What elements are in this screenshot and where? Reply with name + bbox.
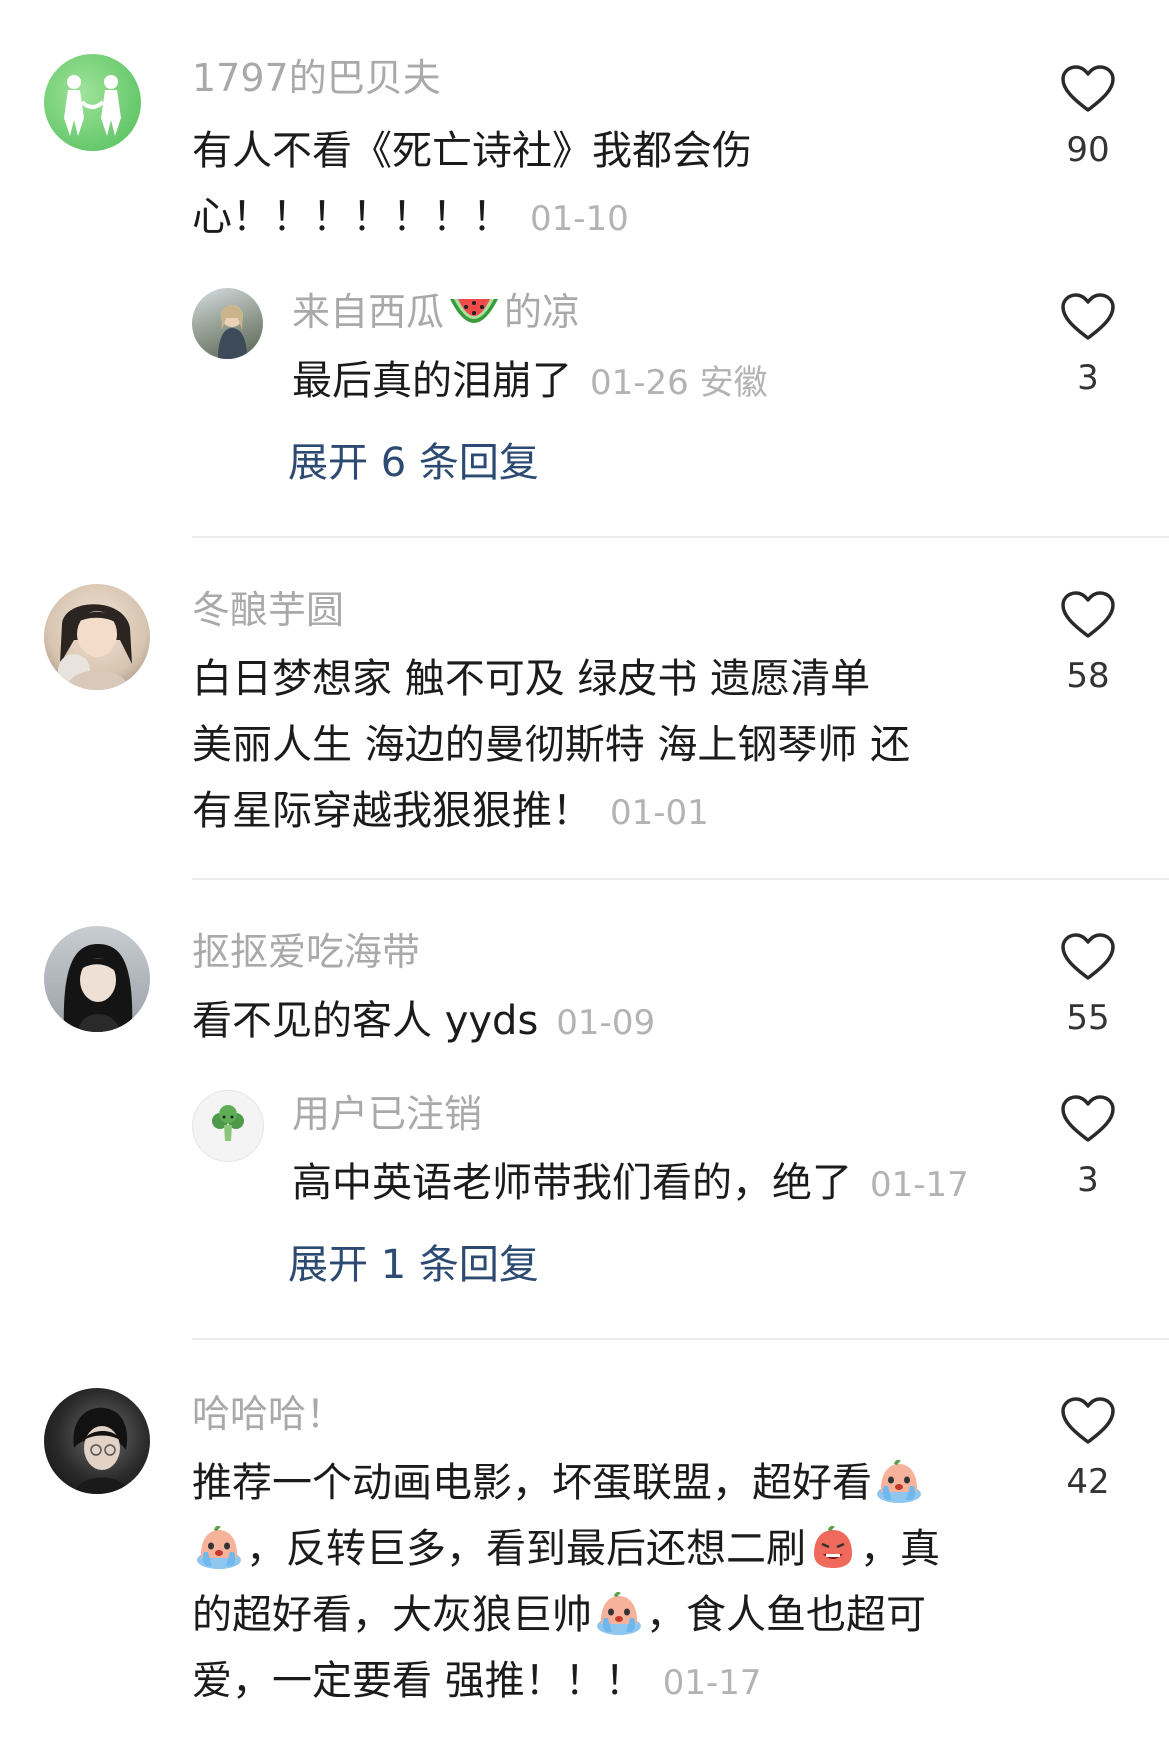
avatar-figures-icon — [64, 75, 121, 136]
watermelon-emoji — [450, 299, 499, 323]
comment-text: 看不见的客人 yyds 01-09 — [192, 988, 655, 1056]
avatar[interactable] — [44, 54, 141, 151]
comment-username[interactable]: 抠抠爱吃海带 — [192, 928, 420, 976]
comment-text: 爱，一定要看 强推！！！ 01-17 — [192, 1648, 762, 1716]
reply-username[interactable]: 来自西瓜 的凉 — [292, 288, 580, 336]
heart-icon[interactable] — [1060, 64, 1116, 114]
avatar[interactable] — [44, 1388, 150, 1494]
comment-text-line: 心！！！！！！！ — [192, 194, 512, 240]
crying-emoji — [874, 1456, 924, 1506]
avatar-photo-icon — [73, 1407, 130, 1494]
crying-emoji — [194, 1522, 244, 1572]
reply-text-line: 高中英语老师带我们看的，绝了 — [292, 1160, 852, 1206]
like-count: 55 — [1066, 998, 1110, 1038]
comment-username[interactable]: 1797的巴贝夫 — [192, 54, 441, 102]
heart-icon[interactable] — [1060, 1396, 1116, 1446]
comment-text: 有人不看《死亡诗社》我都会伤 — [192, 118, 752, 184]
avatar-photo-icon — [63, 944, 133, 1032]
comment-text: 有星际穿越我狠狠推！ 01-01 — [192, 778, 709, 846]
avatar-photo-icon — [218, 305, 247, 359]
avatar[interactable] — [44, 584, 150, 690]
like-count: 3 — [1077, 1160, 1099, 1200]
reply-username[interactable]: 用户已注销 — [292, 1090, 482, 1138]
comment-text: 美丽人生 海边的曼彻斯特 海上钢琴师 还 — [192, 712, 910, 778]
comment-date: 01-17 — [662, 1663, 762, 1703]
comment-date: 01-10 — [530, 199, 629, 239]
heart-icon[interactable] — [1060, 292, 1116, 342]
avatar[interactable] — [44, 926, 150, 1032]
comment-username[interactable]: 冬酿芋圆 — [192, 586, 344, 634]
comment-date: 01-09 — [556, 1003, 656, 1043]
avatar-photo-icon — [58, 604, 132, 690]
comment-text: 白日梦想家 触不可及 绿皮书 遗愿清单 — [192, 646, 870, 712]
heart-icon[interactable] — [1060, 932, 1116, 982]
like-count: 58 — [1066, 656, 1110, 696]
comment-text: 心！！！！！！！ 01-10 — [192, 184, 629, 252]
comment-text-line: 的超好看，大灰狼巨帅 — [192, 1592, 592, 1638]
comment-text-line: 有星际穿越我狠狠推！ — [192, 788, 592, 834]
comment-text-line: 推荐一个动画电影，坏蛋联盟，超好看 — [192, 1460, 872, 1506]
reply-avatar[interactable] — [192, 288, 263, 359]
reply-text: 最后真的泪崩了 01-26 安徽 — [292, 348, 768, 416]
comment-text-line: ，食人鱼也超可 — [646, 1592, 926, 1638]
like-count: 42 — [1066, 1462, 1110, 1502]
comment-text-line: ，真 — [860, 1526, 940, 1572]
heart-icon[interactable] — [1060, 590, 1116, 640]
expand-replies-link[interactable]: 展开 1 条回复 — [288, 1240, 539, 1290]
comment-text-line: 美丽人生 海边的曼彻斯特 海上钢琴师 还 — [192, 722, 911, 768]
comment-text: 的超好看，大灰狼巨帅 ，食人鱼也超可 — [192, 1582, 926, 1648]
divider — [192, 536, 1169, 538]
crying-emoji — [594, 1588, 644, 1638]
divider — [192, 1338, 1169, 1340]
divider — [192, 878, 1169, 880]
reply-date: 01-26 安徽 — [590, 363, 768, 403]
comment-text-line: 看不见的客人 yyds — [192, 998, 539, 1044]
comment-text-line: 白日梦想家 触不可及 绿皮书 遗愿清单 — [192, 656, 871, 702]
reply-username-prefix: 来自西瓜 — [292, 290, 445, 334]
like-count: 3 — [1077, 358, 1099, 398]
reply-date: 01-17 — [870, 1165, 969, 1205]
reply-username-suffix: 的凉 — [504, 290, 581, 334]
broccoli-icon — [212, 1105, 244, 1141]
angry-emoji — [808, 1522, 858, 1572]
reply-text-line: 最后真的泪崩了 — [292, 358, 572, 404]
reply-avatar[interactable] — [192, 1090, 264, 1162]
heart-icon[interactable] — [1060, 1094, 1116, 1144]
comment-text-line: 有人不看《死亡诗社》我都会伤 — [192, 128, 752, 174]
comment-text: 推荐一个动画电影，坏蛋联盟，超好看 — [192, 1450, 926, 1516]
comment-username[interactable]: 哈哈哈！ — [192, 1390, 344, 1438]
comment-date: 01-01 — [610, 793, 709, 833]
comment-text-line: 爱，一定要看 强推！！！ — [192, 1658, 645, 1704]
expand-replies-link[interactable]: 展开 6 条回复 — [288, 438, 539, 488]
like-count: 90 — [1066, 130, 1110, 170]
comment-text: ，反转巨多，看到最后还想二刷 ，真 — [192, 1516, 940, 1582]
reply-text: 高中英语老师带我们看的，绝了 01-17 — [292, 1150, 969, 1218]
comment-text-line: ，反转巨多，看到最后还想二刷 — [246, 1526, 806, 1572]
